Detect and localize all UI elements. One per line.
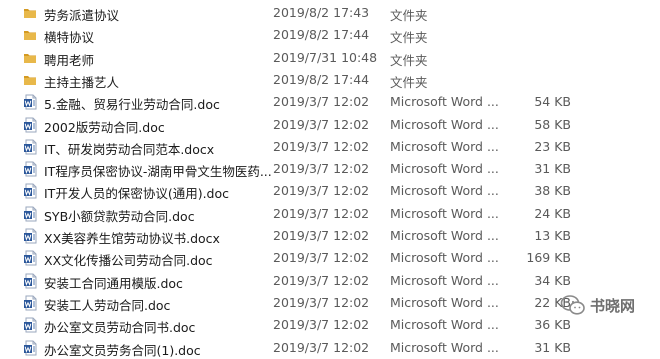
file-type: 文件夹: [390, 30, 428, 46]
word-doc-icon: [23, 117, 37, 133]
file-size: 169 KB: [526, 250, 571, 266]
file-date: 2019/3/7 12:02: [273, 94, 370, 110]
file-type: Microsoft Word ...: [390, 317, 499, 333]
file-type: 文件夹: [390, 74, 428, 90]
file-date: 2019/3/7 12:02: [273, 205, 370, 221]
file-type: Microsoft Word ...: [390, 116, 499, 132]
folder-icon: [23, 50, 37, 66]
word-doc-icon: [23, 94, 37, 110]
file-name: 聘用老师: [44, 52, 95, 68]
file-type: 文件夹: [390, 8, 428, 23]
file-name: IT开发人员的保密协议(通用).doc: [44, 186, 230, 202]
watermark: 书晓网: [560, 294, 635, 316]
file-list: 劳务派遣协议 2019/8/2 17:43 文件夹 横特协议 2019/8/2 17:4…: [0, 0, 660, 358]
file-date: 2019/3/7 12:02: [273, 116, 370, 132]
file-type: Microsoft Word ...: [390, 339, 499, 355]
file-size: 34 KB: [534, 272, 571, 288]
file-size: 36 KB: [534, 317, 571, 333]
file-size: 54 KB: [534, 94, 571, 110]
file-type: Microsoft Word ...: [390, 228, 499, 243]
file-size: 58 KB: [534, 116, 571, 132]
file-row[interactable]: XX美容养生馆劳动协议书.docx 2019/3/7 12:02 Microsoft…: [0, 225, 660, 247]
file-name: IT程序员保密协议-湖南甲骨文生物医药...: [44, 164, 272, 180]
file-type: Microsoft Word ...: [390, 183, 499, 199]
file-date: 2019/3/7 12:02: [273, 250, 370, 266]
folder-icon: [23, 27, 37, 43]
file-name: 2002版劳动合同.doc: [44, 119, 165, 135]
word-doc-icon: [23, 183, 37, 199]
file-date: 2019/3/7 12:02: [273, 228, 370, 243]
wechat-logo-icon: [560, 295, 585, 315]
file-row[interactable]: SYB小额贷款劳动合同.doc 2019/3/7 12:02 Microsoft W…: [0, 203, 660, 225]
file-size: 13 KB: [534, 228, 571, 243]
word-doc-icon: [23, 228, 37, 244]
file-row[interactable]: XX文化传播公司劳动合同.doc 2019/3/7 12:02 Microsoft …: [0, 247, 660, 269]
word-doc-icon: [23, 273, 37, 289]
file-date: 2019/8/2 17:43: [273, 5, 370, 20]
file-row[interactable]: IT开发人员的保密协议(通用).doc 2019/3/7 12:02 Microso…: [0, 180, 660, 202]
word-doc-icon: [23, 139, 37, 155]
file-name: 办公室文员劳动合同书.doc: [44, 320, 196, 336]
file-name: 办公室文员劳务合同(1).doc: [44, 342, 201, 358]
word-doc-icon: [23, 340, 37, 356]
folder-icon: [23, 72, 37, 88]
file-row[interactable]: IT程序员保密协议-湖南甲骨文生物医药... 2019/3/7 12:02 Micr…: [0, 158, 660, 180]
word-doc-icon: [23, 161, 37, 177]
file-date: 2019/8/2 17:44: [273, 71, 370, 87]
file-date: 2019/3/7 12:02: [273, 138, 370, 154]
file-size: 31 KB: [534, 339, 571, 355]
file-name: 安装工人劳动合同.doc: [44, 297, 171, 313]
file-date: 2019/3/7 12:02: [273, 272, 370, 288]
watermark-text: 书晓网: [590, 296, 636, 315]
file-name: XX美容养生馆劳动协议书.docx: [44, 231, 220, 246]
file-type: Microsoft Word ...: [390, 161, 499, 177]
file-size: 31 KB: [534, 161, 571, 177]
file-name: 劳务派遣协议: [44, 8, 120, 23]
file-type: Microsoft Word ...: [390, 205, 499, 221]
file-row[interactable]: 5.金融、贸易行业劳动合同.doc 2019/3/7 12:02 Microsoft…: [0, 91, 660, 113]
file-date: 2019/3/7 12:02: [273, 161, 370, 177]
file-row[interactable]: 安装工合同通用模版.doc 2019/3/7 12:02 Microsoft Wor…: [0, 270, 660, 292]
file-row[interactable]: 2002版劳动合同.doc 2019/3/7 12:02 Microsoft Wor…: [0, 114, 660, 136]
file-size: 38 KB: [534, 183, 571, 199]
file-name: IT、研发岗劳动合同范本.docx: [44, 141, 215, 157]
file-date: 2019/3/7 12:02: [273, 183, 370, 199]
file-row[interactable]: 主持主播艺人 2019/8/2 17:44 文件夹: [0, 69, 660, 91]
file-name: XX文化传播公司劳动合同.doc: [44, 253, 213, 269]
file-row[interactable]: 聘用老师 2019/7/31 10:48 文件夹: [0, 47, 660, 69]
file-name: 安装工合同通用模版.doc: [44, 275, 183, 291]
file-date: 2019/3/7 12:02: [273, 339, 370, 355]
folder-icon: [23, 5, 37, 21]
file-name: SYB小额贷款劳动合同.doc: [44, 208, 195, 224]
word-doc-icon: [23, 317, 37, 333]
file-row[interactable]: 横特协议 2019/8/2 17:44 文件夹: [0, 24, 660, 46]
file-row[interactable]: 办公室文员劳务合同(1).doc 2019/3/7 12:02 Microsoft …: [0, 337, 660, 359]
file-date: 2019/8/2 17:44: [273, 27, 370, 43]
file-name: 5.金融、贸易行业劳动合同.doc: [44, 97, 220, 113]
file-type: Microsoft Word ...: [390, 250, 499, 266]
file-row[interactable]: IT、研发岗劳动合同范本.docx 2019/3/7 12:02 Microsoft…: [0, 136, 660, 158]
word-doc-icon: [23, 206, 37, 222]
file-date: 2019/7/31 10:48: [273, 49, 378, 65]
file-row[interactable]: 劳务派遣协议 2019/8/2 17:43 文件夹: [0, 2, 660, 24]
file-date: 2019/3/7 12:02: [273, 294, 370, 310]
file-date: 2019/3/7 12:02: [273, 317, 370, 333]
file-size: 24 KB: [534, 205, 571, 221]
file-size: 23 KB: [534, 138, 571, 154]
file-name: 主持主播艺人: [44, 74, 120, 90]
file-type: Microsoft Word ...: [390, 94, 499, 110]
word-doc-icon: [23, 250, 37, 266]
file-type: Microsoft Word ...: [390, 294, 499, 310]
file-name: 横特协议: [44, 30, 95, 46]
file-type: Microsoft Word ...: [390, 138, 499, 154]
word-doc-icon: [23, 295, 37, 311]
file-type: Microsoft Word ...: [390, 272, 499, 288]
file-type: 文件夹: [390, 52, 428, 68]
